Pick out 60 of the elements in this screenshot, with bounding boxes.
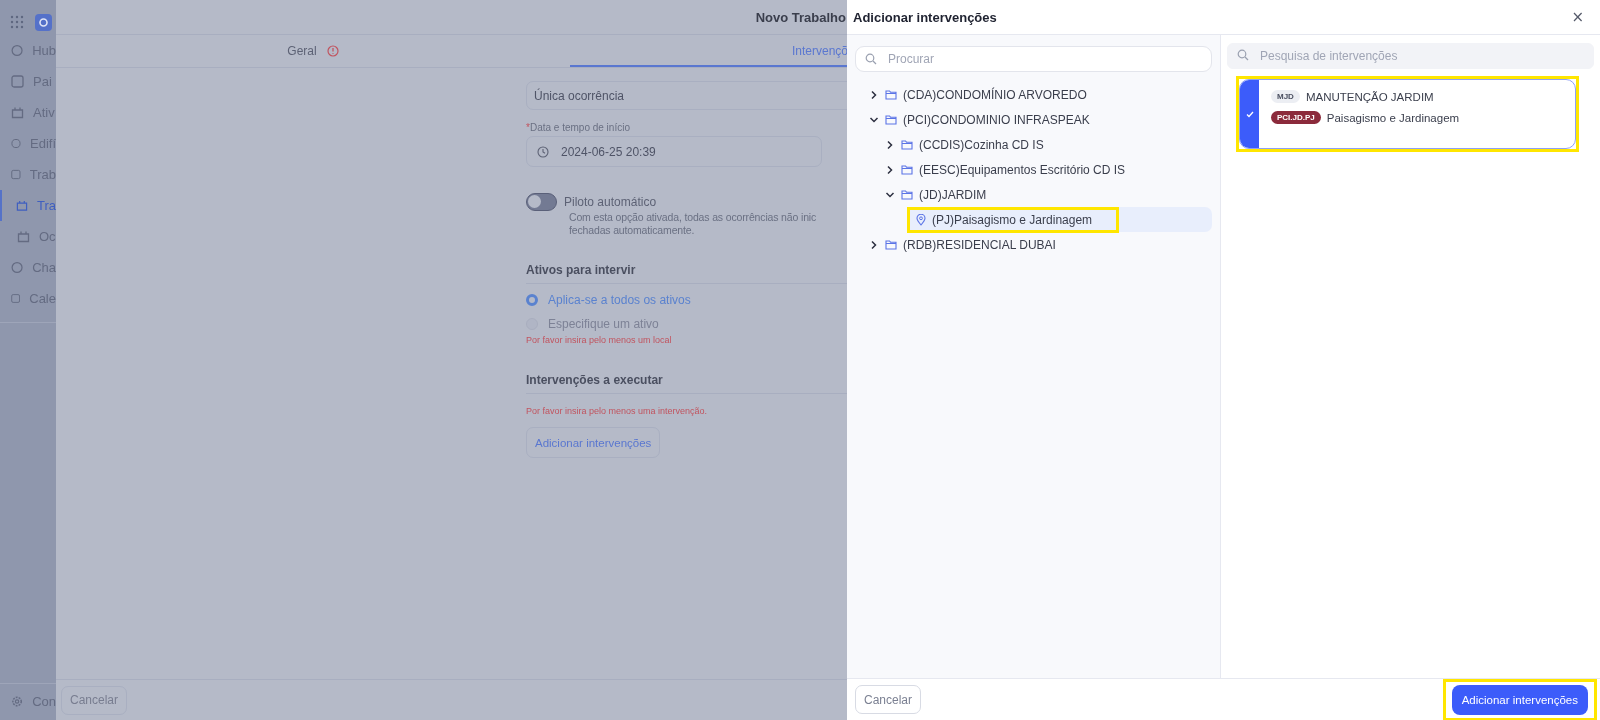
radio-label: Especifique um ativo (548, 317, 659, 331)
add-interventions-button[interactable]: Adicionar intervenções (1451, 684, 1588, 715)
toggle-description: Com esta opção ativada, todas as ocorrências não inic fechadas automaticamente. (569, 211, 818, 237)
logo-icon (35, 13, 52, 31)
folder-icon (885, 89, 897, 100)
dialog-title: Adicionar intervenções (853, 9, 997, 25)
cancel-button[interactable]: Cancelar (61, 685, 128, 715)
tree-item[interactable]: (RDB)RESIDENCIAL DUBAI (903, 237, 1056, 252)
folder-icon (885, 114, 897, 125)
chevron-icon[interactable] (885, 139, 895, 150)
radio-label: Aplica-se a todos os ativos (548, 293, 691, 307)
tab[interactable]: Intervençõ (570, 35, 848, 67)
error-message: Por favor insira pelo menos uma intervenção. (526, 406, 709, 416)
folder-icon (901, 189, 913, 200)
menu-icon (17, 230, 30, 243)
tree-item[interactable]: (PJ)Paisagismo e Jardinagem (932, 212, 1093, 227)
menu-icon (11, 292, 21, 305)
check-icon (1245, 110, 1254, 118)
tree-item[interactable]: (EESC)Equipamentos Escritório CD IS (919, 162, 1126, 177)
toggle-label: Piloto automático (564, 195, 657, 209)
tree-item[interactable]: (CCDIS)Cozinha CD IS (919, 137, 1044, 152)
sidebar-item[interactable]: Tra (0, 190, 56, 221)
add-interventions-button[interactable]: Adicionar intervenções (526, 427, 661, 458)
tab[interactable]: Geral (56, 35, 570, 67)
chevron-icon[interactable] (885, 164, 895, 175)
location-pin-icon (916, 213, 926, 226)
folder-icon (901, 139, 913, 150)
menu-icon (11, 106, 24, 119)
clock-icon (537, 145, 549, 158)
tree-item[interactable]: (CDA)CONDOMÍNIO ARVOREDO (903, 87, 1087, 102)
location-tag: PCI.JD.PJ (1271, 111, 1321, 124)
menu-icon (11, 44, 24, 57)
search-field[interactable]: Pesquisa de intervenções (1227, 43, 1594, 69)
close-button[interactable]: × (1567, 8, 1588, 26)
intervention-name: MANUTENÇÃO JARDIM (1305, 90, 1434, 103)
folder-icon (901, 164, 913, 175)
menu-icon (11, 75, 24, 88)
recurrence-field[interactable]: Única ocorrência (526, 81, 848, 110)
search-field[interactable]: Procurar (855, 46, 1212, 72)
error-message: Por favor insira pelo menos um local (526, 335, 673, 345)
menu-icon (16, 199, 28, 212)
toggle-switch[interactable] (526, 193, 557, 211)
date-field[interactable]: 2024-06-25 20:39 (526, 136, 822, 167)
tree-item[interactable]: (JD)JARDIM (919, 187, 987, 202)
folder-icon (885, 239, 897, 250)
code-tag: MJD (1271, 90, 1300, 103)
settings-icon (11, 694, 24, 708)
menu-icon (11, 137, 21, 150)
radio-button[interactable] (526, 294, 538, 306)
field-label: *Data e tempo de início (526, 122, 631, 133)
page-title: Novo Trabalho (755, 9, 846, 25)
menu-icon (11, 261, 24, 274)
tree-item[interactable]: (PCI)CONDOMINIO INFRASPEAK (903, 112, 1090, 127)
chevron-icon[interactable] (869, 89, 879, 100)
chevron-icon[interactable] (869, 239, 879, 250)
menu-icon (11, 168, 21, 181)
intervention-card[interactable]: MJD MANUTENÇÃO JARDIM PCI.JD.PJ Paisagismo e Jardinagem (1239, 79, 1576, 149)
selection-stripe[interactable] (1240, 80, 1259, 148)
cancel-button[interactable]: Cancelar (855, 685, 922, 714)
location-name: Paisagismo e Jardinagem (1326, 111, 1460, 124)
